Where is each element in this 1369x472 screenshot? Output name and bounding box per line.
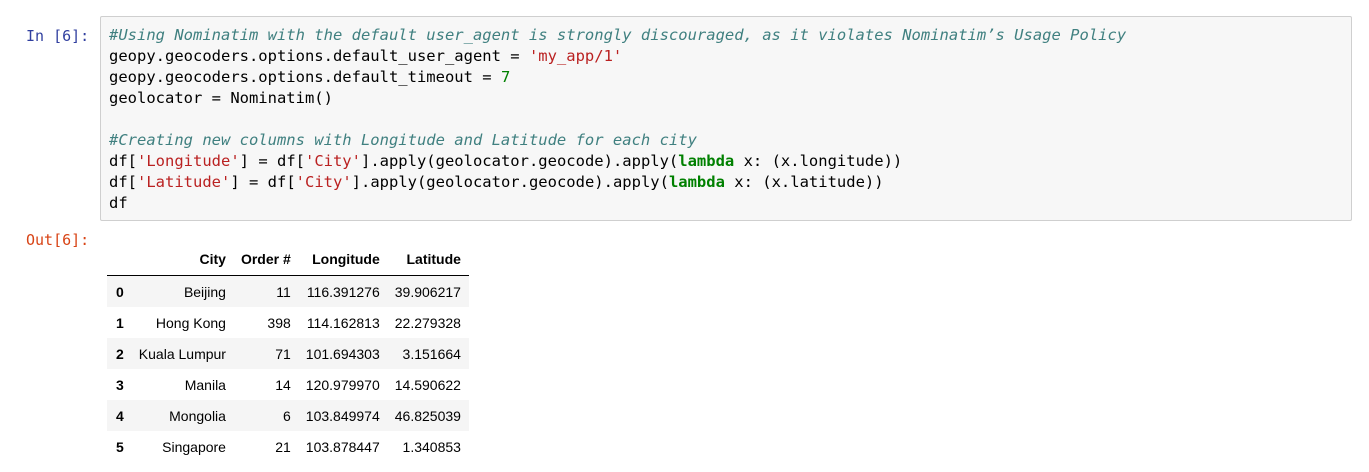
- code-token: lambda: [668, 173, 725, 191]
- code-line: geopy.geocoders.options.default_user_age…: [109, 46, 1351, 67]
- code-token: lambda: [678, 152, 735, 170]
- code-token: 'City': [304, 152, 361, 170]
- code-token: df: [109, 194, 128, 212]
- row-index: 0: [116, 283, 124, 300]
- table-cell: 39.906217: [394, 283, 461, 300]
- code-token: ] = df[: [239, 152, 305, 170]
- code-line: df['Longitude'] = df['City'].apply(geolo…: [109, 151, 1351, 172]
- table-cell: Singapore: [162, 438, 226, 455]
- code-editor[interactable]: #Using Nominatim with the default user_a…: [100, 16, 1352, 221]
- code-token: 'my_app/1': [528, 47, 623, 65]
- column-header: Latitude: [387, 242, 469, 276]
- row-index: 3: [116, 376, 124, 393]
- code-token: 'City': [295, 173, 352, 191]
- code-token: geopy.geocoders.options.default_timeout …: [109, 68, 501, 86]
- code-line: geolocator = Nominatim(): [109, 88, 1351, 109]
- table-cell: 14.590622: [394, 376, 461, 393]
- table-row: 1 Hong Kong 398 114.162813 22.279328: [107, 307, 469, 338]
- table-cell: 114.162813: [306, 314, 380, 331]
- table-cell: 103.849974: [305, 407, 380, 424]
- table-row: 2 Kuala Lumpur 71 101.694303 3.151664: [107, 338, 469, 369]
- table-cell: 116.391276: [306, 283, 380, 300]
- table-cell: 120.979970: [305, 376, 380, 393]
- column-header: Order #: [233, 242, 299, 276]
- code-token: 7: [500, 68, 511, 86]
- input-prompt: In [6]:: [26, 27, 90, 45]
- table-cell: 6: [282, 407, 291, 424]
- code-line: geopy.geocoders.options.default_timeout …: [109, 67, 1351, 88]
- code-token: geolocator = Nominatim(): [109, 89, 333, 107]
- table-cell: 14: [275, 376, 291, 393]
- row-index: 1: [116, 314, 124, 331]
- index-header: [107, 242, 132, 276]
- row-index: 4: [116, 407, 124, 424]
- code-token: df[: [109, 152, 137, 170]
- code-token: x: (x.latitude)): [724, 173, 884, 191]
- column-header: City: [131, 242, 234, 276]
- code-token: ] = df[: [230, 173, 296, 191]
- table-body: 0 Beijing 11 116.391276 39.906217 1 Hong Kong 3…: [107, 275, 469, 462]
- code-line: df['Latitude'] = df['City'].apply(geoloc…: [109, 172, 1351, 193]
- table-cell: 3.151664: [402, 345, 461, 362]
- table-cell: Kuala Lumpur: [138, 345, 226, 362]
- table-cell: Manila: [184, 376, 226, 393]
- table-cell: 103.878447: [305, 438, 380, 455]
- code-token: geopy.geocoders.options.default_user_age…: [109, 47, 529, 65]
- code-token: #Using Nominatim with the default user_a…: [109, 26, 1127, 44]
- table-cell: 398: [267, 314, 291, 331]
- output-prompt: Out[6]:: [26, 231, 90, 249]
- dataframe-table: City Order # Longitude Latitude 0 Beijing 11 1…: [107, 242, 469, 462]
- table-header-row: City Order # Longitude Latitude: [107, 242, 469, 276]
- code-token: ].apply(geolocator.geocode).apply(: [360, 152, 679, 170]
- table-cell: 71: [275, 345, 291, 362]
- output-area: City Order # Longitude Latitude 0 Beijing 11 1…: [107, 242, 469, 462]
- code-token: ].apply(geolocator.geocode).apply(: [351, 173, 669, 191]
- code-line: #Creating new columns with Longitude and…: [109, 130, 1351, 151]
- code-token: df[: [109, 173, 137, 191]
- table-cell: Beijing: [183, 283, 226, 300]
- table-cell: Mongolia: [169, 407, 226, 424]
- table-cell: 101.694303: [305, 345, 380, 362]
- table-cell: 46.825039: [394, 407, 461, 424]
- table-cell: 22.279328: [394, 314, 461, 331]
- code-token: 'Latitude': [137, 173, 231, 191]
- row-index: 2: [116, 345, 124, 362]
- table-row: 5 Singapore 21 103.878447 1.340853: [107, 431, 469, 462]
- row-index: 5: [116, 438, 124, 455]
- code-line: df: [109, 193, 1351, 214]
- table-cell: Hong Kong: [155, 314, 226, 331]
- code-line: #Using Nominatim with the default user_a…: [109, 25, 1351, 46]
- table-cell: 11: [276, 283, 291, 300]
- code-token: 'Longitude': [137, 152, 240, 170]
- code-token: #Creating new columns with Longitude and…: [109, 131, 697, 149]
- table-row: 4 Mongolia 6 103.849974 46.825039: [107, 400, 469, 431]
- table-cell: 1.340853: [402, 438, 461, 455]
- table-row: 3 Manila 14 120.979970 14.590622: [107, 369, 469, 400]
- column-header: Longitude: [298, 242, 388, 276]
- code-token: x: (x.longitude)): [734, 152, 903, 170]
- table-cell: 21: [275, 438, 291, 455]
- table-row: 0 Beijing 11 116.391276 39.906217: [107, 275, 469, 307]
